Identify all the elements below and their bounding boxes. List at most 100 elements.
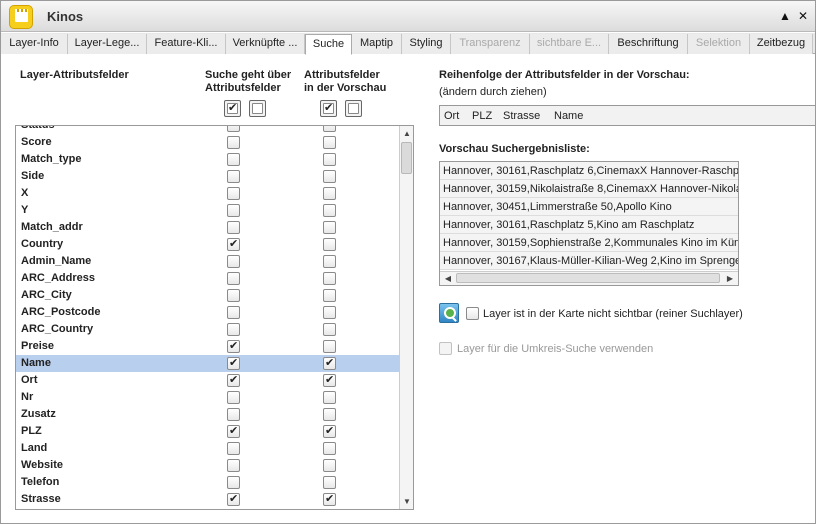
preview-checkbox[interactable]	[323, 170, 336, 183]
search-checkbox[interactable]	[227, 373, 240, 387]
tab-sichtbare-ebenen[interactable]: sichtbare E...	[530, 34, 609, 54]
search-checkbox[interactable]	[227, 255, 240, 268]
search-checkbox[interactable]	[227, 476, 240, 489]
tab-layer-legende[interactable]: Layer-Lege...	[68, 34, 147, 54]
title-bar[interactable]: Kinos ▲ ✕	[1, 1, 815, 32]
preview-checkbox[interactable]	[323, 255, 336, 268]
order-item-strasse[interactable]: Strasse	[503, 110, 540, 122]
search-select-all-button[interactable]	[224, 100, 241, 117]
list-item[interactable]: Hannover, 30161,Raschplatz 6,CinemaxX Ha…	[440, 162, 738, 180]
search-checkbox[interactable]	[227, 391, 240, 404]
preview-checkbox[interactable]	[323, 272, 336, 285]
preview-checkbox[interactable]	[323, 424, 336, 438]
tab-selektion[interactable]: Selektion	[688, 34, 750, 54]
table-row[interactable]: PLZ	[16, 423, 400, 440]
order-item-plz[interactable]: PLZ	[472, 110, 492, 122]
preview-checkbox[interactable]	[323, 126, 336, 132]
preview-select-none-button[interactable]	[345, 100, 362, 117]
preview-checkbox[interactable]	[323, 356, 336, 370]
tab-verknuepfte[interactable]: Verknüpfte ...	[226, 34, 305, 54]
table-row[interactable]: Ort	[16, 372, 400, 389]
order-item-name[interactable]: Name	[554, 110, 583, 122]
preview-checkbox[interactable]	[323, 459, 336, 472]
hidden-layer-checkbox[interactable]	[466, 307, 479, 320]
search-checkbox[interactable]	[227, 237, 240, 251]
preview-select-all-button[interactable]	[320, 100, 337, 117]
attribute-field-list[interactable]: Status Score Match_type Side X Y Match_addr Cou…	[15, 125, 414, 510]
list-item[interactable]: Hannover, 30161,Raschplatz 5,Kino am Ras…	[440, 216, 738, 234]
order-item-ort[interactable]: Ort	[444, 110, 459, 122]
search-checkbox[interactable]	[227, 442, 240, 455]
table-row[interactable]: Status	[16, 126, 400, 134]
search-checkbox[interactable]	[227, 272, 240, 285]
list-item[interactable]: Hannover, 30167,Klaus-Müller-Kilian-Weg …	[440, 252, 738, 270]
preview-checkbox[interactable]	[323, 136, 336, 149]
table-row[interactable]: Nr	[16, 389, 400, 406]
tab-feature-klick[interactable]: Feature-Kli...	[147, 34, 226, 54]
preview-checkbox[interactable]	[323, 204, 336, 217]
search-checkbox[interactable]	[227, 306, 240, 319]
search-checkbox[interactable]	[227, 424, 240, 438]
table-row[interactable]: Telefon	[16, 474, 400, 491]
search-checkbox[interactable]	[227, 459, 240, 472]
preview-order-box[interactable]: Ort PLZ Strasse Name	[439, 105, 815, 126]
preview-checkbox[interactable]	[323, 306, 336, 319]
search-checkbox[interactable]	[227, 356, 240, 370]
horizontal-scroll-thumb[interactable]	[456, 273, 720, 283]
list-item[interactable]: Hannover, 30451,Limmerstraße 50,Apollo K…	[440, 198, 738, 216]
preview-checkbox[interactable]	[323, 391, 336, 404]
preview-checkbox[interactable]	[323, 408, 336, 421]
preview-checkbox[interactable]	[323, 153, 336, 166]
scroll-down-icon[interactable]: ▼	[400, 495, 413, 509]
preview-checkbox[interactable]	[323, 492, 336, 506]
scroll-thumb[interactable]	[401, 142, 412, 174]
search-checkbox[interactable]	[227, 170, 240, 183]
tab-maptip[interactable]: Maptip	[352, 34, 402, 54]
table-row[interactable]: Match_addr	[16, 219, 400, 236]
search-checkbox[interactable]	[227, 136, 240, 149]
table-row[interactable]: Admin_Name	[16, 253, 400, 270]
table-row[interactable]: ARC_City	[16, 287, 400, 304]
table-row[interactable]: ARC_Address	[16, 270, 400, 287]
preview-checkbox[interactable]	[323, 221, 336, 234]
tab-layer-info[interactable]: Layer-Info	[1, 34, 68, 54]
table-row[interactable]: Y	[16, 202, 400, 219]
table-row[interactable]: ARC_Postcode	[16, 304, 400, 321]
table-row[interactable]: ARC_Country	[16, 321, 400, 338]
search-checkbox[interactable]	[227, 408, 240, 421]
preview-checkbox[interactable]	[323, 476, 336, 489]
tab-beschriftung[interactable]: Beschriftung	[609, 34, 688, 54]
preview-checkbox[interactable]	[323, 323, 336, 336]
search-checkbox[interactable]	[227, 289, 240, 302]
table-row[interactable]: Country	[16, 236, 400, 253]
scroll-right-icon[interactable]: ▶	[723, 272, 737, 285]
tab-suche[interactable]: Suche	[305, 34, 352, 55]
search-checkbox[interactable]	[227, 492, 240, 506]
list-item[interactable]: Hannover, 30159,Nikolaistraße 8,CinemaxX…	[440, 180, 738, 198]
preview-horizontal-scrollbar[interactable]: ◀ ▶	[440, 271, 738, 285]
tab-styling[interactable]: Styling	[402, 34, 451, 54]
table-row[interactable]: Zusatz	[16, 406, 400, 423]
preview-checkbox[interactable]	[323, 340, 336, 353]
list-item[interactable]: Hannover, 30159,Sophienstraße 2,Kommunal…	[440, 234, 738, 252]
attribute-list-scrollbar[interactable]: ▲ ▼	[399, 126, 413, 509]
table-row[interactable]: X	[16, 185, 400, 202]
search-checkbox[interactable]	[227, 339, 240, 353]
table-row[interactable]: Strasse	[16, 491, 400, 508]
table-row[interactable]: Website	[16, 457, 400, 474]
tab-zeitbezug[interactable]: Zeitbezug	[750, 34, 813, 54]
minimize-icon[interactable]: ▲	[778, 9, 792, 23]
table-row[interactable]: Match_type	[16, 151, 400, 168]
scroll-up-icon[interactable]: ▲	[400, 127, 413, 141]
close-icon[interactable]: ✕	[796, 9, 810, 23]
search-checkbox[interactable]	[227, 204, 240, 217]
preview-checkbox[interactable]	[323, 187, 336, 200]
preview-checkbox[interactable]	[323, 238, 336, 251]
radius-search-checkbox[interactable]	[439, 342, 452, 355]
search-result-preview-list[interactable]: Hannover, 30161,Raschplatz 6,CinemaxX Ha…	[439, 161, 739, 286]
scroll-left-icon[interactable]: ◀	[441, 272, 455, 285]
table-row[interactable]: Land	[16, 440, 400, 457]
table-row[interactable]: Score	[16, 134, 400, 151]
preview-checkbox[interactable]	[323, 442, 336, 455]
table-row[interactable]: Name	[16, 355, 400, 372]
